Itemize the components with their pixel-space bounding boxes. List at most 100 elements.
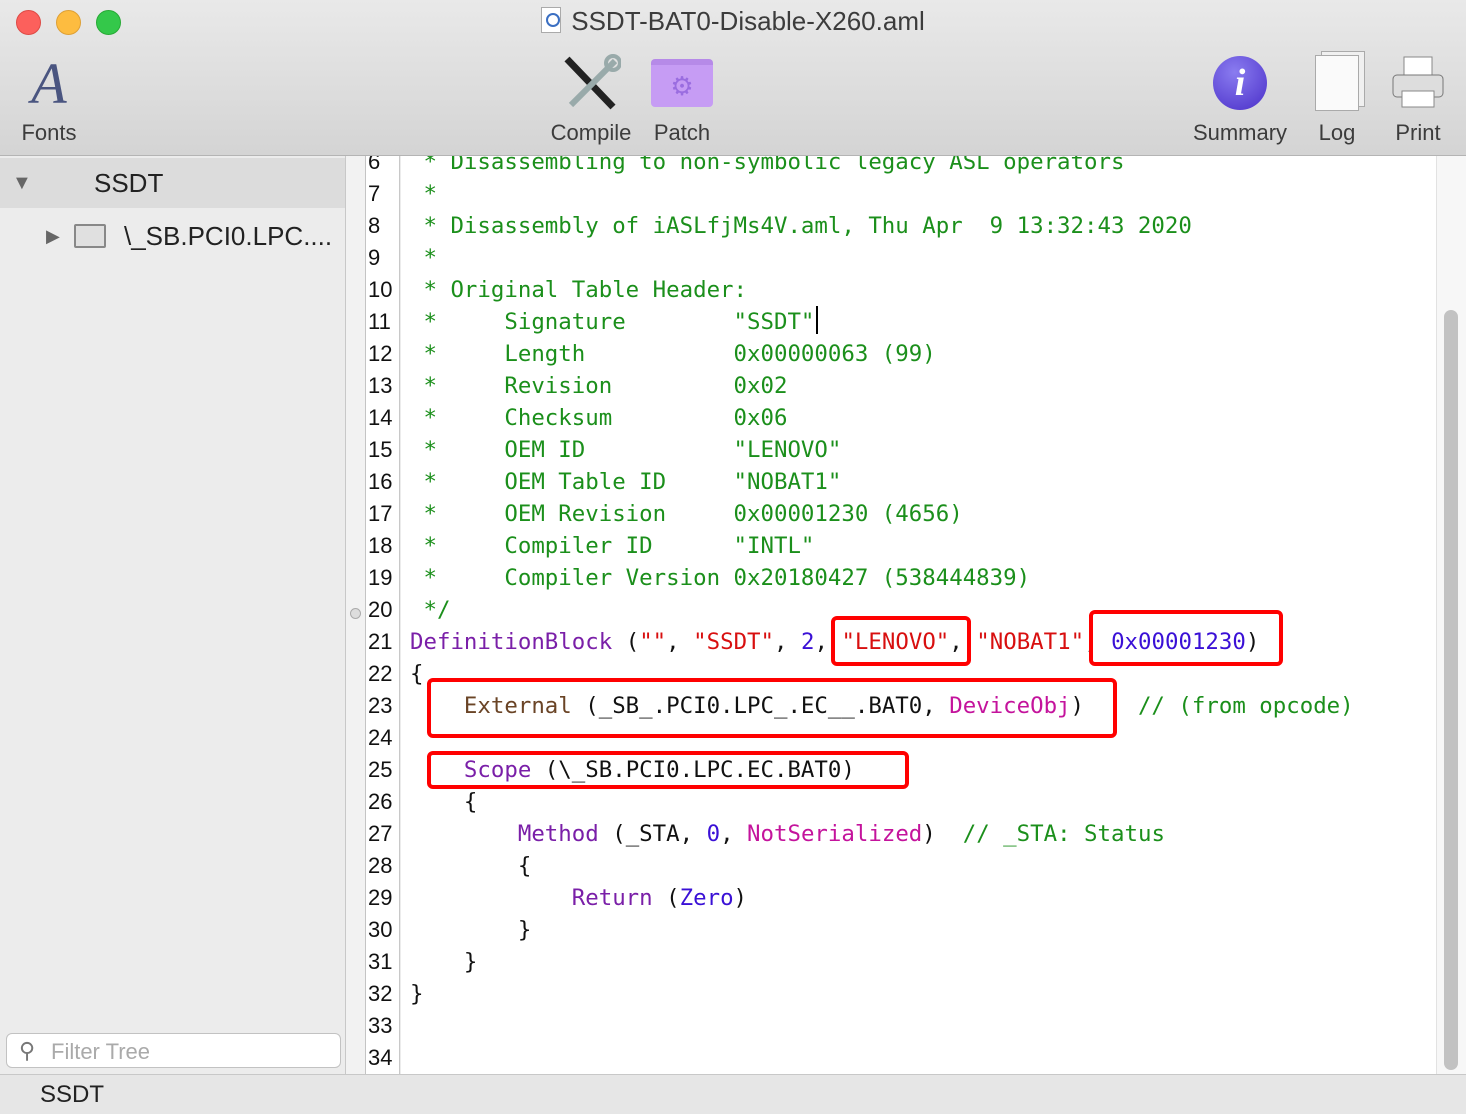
- fonts-label: Fonts: [21, 120, 77, 145]
- code-token: Return: [571, 885, 653, 911]
- line-number: 10: [368, 277, 393, 302]
- line-number: 28: [368, 853, 393, 878]
- code-token: Zero: [679, 885, 734, 911]
- code-line: */: [410, 594, 450, 626]
- filter-placeholder: Filter Tree: [51, 1039, 151, 1064]
- tree-item-sb-pci0-lpc[interactable]: ▶ \_SB.PCI0.LPC....: [0, 214, 345, 258]
- line-number: 13: [368, 373, 393, 398]
- line-number: 21: [368, 629, 393, 654]
- code-token: (_STA,: [598, 821, 707, 847]
- code-token: * Compiler Version 0x20180427 (538444839…: [410, 565, 1031, 591]
- window-title: SSDT-BAT0-Disable-X260.aml: [0, 6, 1466, 37]
- code-token: *: [410, 181, 437, 207]
- code-token: {: [410, 853, 532, 879]
- code-editor[interactable]: } } } Return (Zero) { Method (_STA, 0, N…: [401, 156, 1436, 1074]
- code-token: * Checksum 0x06: [410, 405, 788, 431]
- line-number: 31: [368, 949, 393, 974]
- code-token: * Compiler ID "INTL": [410, 533, 815, 559]
- line-number: 24: [368, 725, 393, 750]
- split-handle-icon[interactable]: [350, 608, 361, 619]
- code-line: }: [410, 914, 532, 946]
- tree-item-ssdt[interactable]: ▼ SSDT: [0, 158, 345, 208]
- code-line: {: [410, 658, 423, 690]
- tree-item-label: \_SB.PCI0.LPC....: [124, 221, 333, 251]
- code-line: * Length 0x00000063 (99): [410, 338, 936, 370]
- code-line: *: [410, 242, 437, 274]
- outline-sidebar: ▼ SSDT ▶ \_SB.PCI0.LPC....: [0, 156, 346, 1074]
- print-button[interactable]: Print: [1386, 52, 1450, 146]
- code-line: * OEM Table ID "NOBAT1": [410, 466, 841, 498]
- highlight-box-external: [427, 678, 1117, 738]
- line-number: 19: [368, 565, 393, 590]
- code-token: (: [652, 885, 680, 911]
- line-number: 26: [368, 789, 393, 814]
- highlight-box-oem-id: [831, 616, 971, 666]
- code-token: // _STA: Status: [962, 821, 1165, 847]
- line-number: 16: [368, 469, 393, 494]
- split-gutter[interactable]: [346, 156, 366, 1074]
- line-number: 27: [368, 821, 393, 846]
- code-line: * OEM ID "LENOVO": [410, 434, 841, 466]
- filter-tree-input[interactable]: ⚲ Filter Tree: [6, 1033, 341, 1068]
- vertical-scrollbar[interactable]: [1436, 156, 1466, 1074]
- disclosure-collapsed-icon[interactable]: ▶: [46, 214, 60, 258]
- summary-button[interactable]: i Summary: [1188, 52, 1292, 146]
- fonts-button[interactable]: A Fonts: [14, 50, 84, 146]
- line-number: 23: [368, 693, 393, 718]
- code-token: // (from opcode): [1137, 693, 1354, 719]
- aml-document-icon: [541, 7, 562, 33]
- code-line: * Checksum 0x06: [410, 402, 787, 434]
- code-token: "": [639, 629, 667, 655]
- status-text: SSDT: [40, 1081, 105, 1108]
- code-token: * Original Table Header:: [410, 277, 748, 303]
- code-line: {: [410, 786, 478, 818]
- line-number: 29: [368, 885, 393, 910]
- search-icon: ⚲: [19, 1038, 36, 1063]
- code-line: {: [410, 850, 532, 882]
- line-number: 25: [368, 757, 393, 782]
- status-bar: SSDT: [0, 1074, 1466, 1114]
- code-token: * Length 0x00000063 (99): [410, 341, 936, 367]
- scrollbar-thumb[interactable]: [1444, 310, 1458, 1070]
- log-button[interactable]: Log: [1304, 52, 1370, 146]
- line-number: 20: [368, 597, 393, 622]
- compile-button[interactable]: Compile: [546, 52, 636, 146]
- highlight-box-scope: [427, 751, 909, 789]
- code-token: ,: [774, 629, 801, 655]
- code-token: * Revision 0x02: [410, 373, 788, 399]
- code-token: NotSerialized: [747, 821, 923, 847]
- info-icon: i: [1188, 52, 1292, 114]
- tools-icon: [546, 52, 636, 114]
- print-label: Print: [1395, 120, 1441, 145]
- line-number: 34: [368, 1045, 393, 1070]
- printer-icon: [1386, 52, 1450, 114]
- line-number: 17: [368, 501, 393, 526]
- code-token: */: [410, 597, 451, 623]
- code-token: (: [612, 629, 640, 655]
- code-token: Method: [517, 821, 599, 847]
- code-token: "SSDT": [693, 629, 775, 655]
- code-line: * Revision 0x02: [410, 370, 787, 402]
- code-token: 0: [706, 821, 721, 847]
- code-token: * OEM Table ID "NOBAT1": [410, 469, 842, 495]
- line-number: 11: [368, 309, 391, 334]
- patch-button[interactable]: ⚙ Patch: [648, 52, 716, 146]
- code-line: * OEM Revision 0x00001230 (4656): [410, 498, 962, 530]
- code-line: * Original Table Header:: [410, 274, 747, 306]
- log-pages-icon: [1304, 52, 1370, 114]
- code-token: * Signature "SSDT": [410, 309, 815, 335]
- font-a-icon: A: [31, 50, 67, 116]
- code-token: ,: [666, 629, 694, 655]
- window-toolbar: SSDT-BAT0-Disable-X260.aml A Fonts Compi…: [0, 0, 1466, 156]
- code-line: * Signature "SSDT": [410, 306, 814, 338]
- code-token: ): [922, 821, 963, 847]
- code-token: * Disassembly of iASLfjMs4V.aml, Thu Apr…: [410, 213, 1192, 239]
- code-token: ,: [720, 821, 748, 847]
- line-number: 32: [368, 981, 393, 1006]
- line-number: 8: [368, 213, 381, 238]
- code-line: * Compiler Version 0x20180427 (538444839…: [410, 562, 1030, 594]
- window-title-text: SSDT-BAT0-Disable-X260.aml: [571, 6, 925, 36]
- line-number: 33: [368, 1013, 393, 1038]
- disclosure-expanded-icon[interactable]: ▼: [12, 158, 32, 208]
